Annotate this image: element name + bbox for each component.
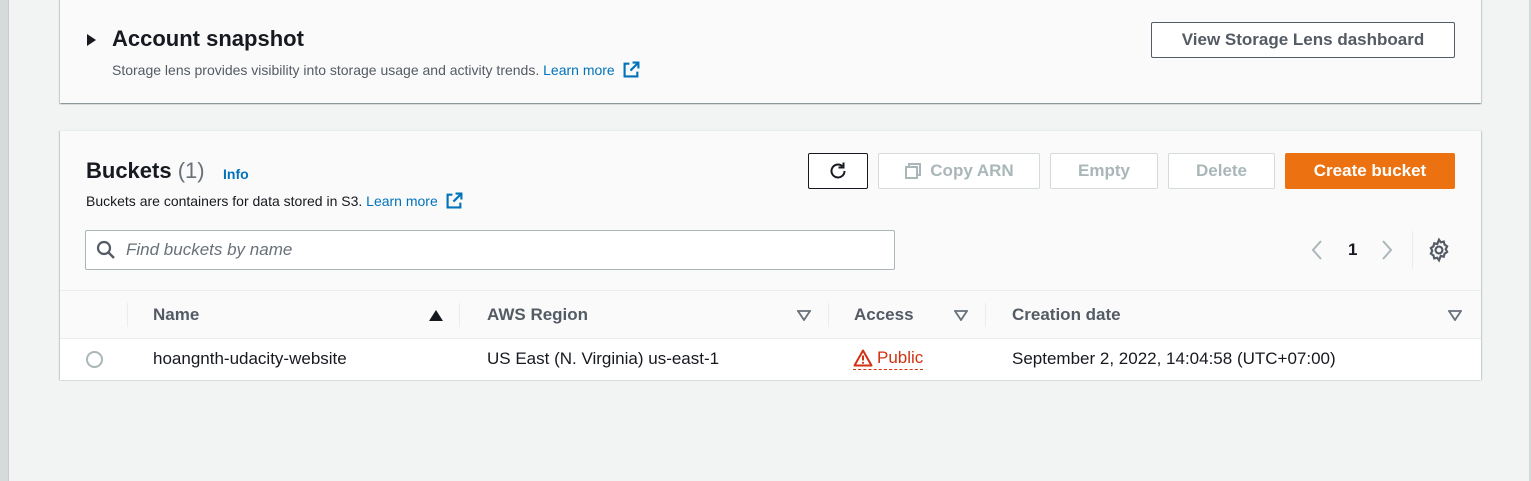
bucket-access-label: Public	[877, 348, 924, 367]
warning-icon	[853, 349, 873, 367]
search-icon	[96, 240, 115, 259]
sort-unsorted-icon[interactable]	[1448, 310, 1462, 321]
bucket-access-status[interactable]: Public	[853, 348, 924, 370]
external-link-icon	[446, 192, 463, 209]
buckets-table: Name AWS Region Access Creation date hoa…	[60, 290, 1481, 380]
sort-ascending-icon[interactable]	[429, 310, 443, 321]
sort-unsorted-icon[interactable]	[797, 310, 811, 321]
bucket-name-link[interactable]: hoangnth-udacity-website	[153, 349, 347, 369]
copy-arn-label: Copy ARN	[930, 161, 1014, 180]
table-header: Name AWS Region Access Creation date	[60, 290, 1481, 339]
buckets-learn-more-label: Learn more	[366, 193, 438, 209]
view-storage-lens-button[interactable]: View Storage Lens dashboard	[1151, 22, 1455, 58]
buckets-panel: Buckets (1) Info Buckets are containers …	[60, 130, 1481, 380]
buckets-info-link[interactable]: Info	[223, 166, 249, 182]
expand-caret-icon[interactable]	[87, 34, 96, 46]
gear-icon[interactable]	[1426, 237, 1452, 263]
buckets-learn-more-link[interactable]: Learn more	[366, 192, 463, 209]
copy-icon	[905, 163, 922, 179]
column-header-region[interactable]: AWS Region	[487, 305, 588, 325]
search-box	[85, 230, 895, 270]
table-row: hoangnth-udacity-website US East (N. Vir…	[60, 339, 1481, 380]
bucket-creation-date: September 2, 2022, 14:04:58 (UTC+07:00)	[1012, 349, 1336, 368]
empty-button[interactable]: Empty	[1050, 153, 1158, 189]
search-input[interactable]	[126, 240, 886, 260]
column-divider	[985, 303, 986, 327]
create-bucket-button[interactable]: Create bucket	[1285, 153, 1455, 189]
pagination-prev-icon[interactable]	[1310, 239, 1324, 261]
column-header-name[interactable]: Name	[153, 305, 199, 325]
snapshot-learn-more-label: Learn more	[543, 62, 615, 78]
pagination-next-icon[interactable]	[1380, 239, 1394, 261]
snapshot-description-text: Storage lens provides visibility into st…	[112, 62, 540, 78]
copy-arn-button[interactable]: Copy ARN	[878, 153, 1040, 189]
buckets-description: Buckets are containers for data stored i…	[86, 192, 463, 209]
snapshot-description: Storage lens provides visibility into st…	[112, 61, 640, 78]
refresh-icon	[830, 162, 846, 179]
delete-button[interactable]: Delete	[1168, 153, 1275, 189]
pagination-current-page[interactable]: 1	[1348, 240, 1357, 260]
account-snapshot-panel: Account snapshot Storage lens provides v…	[60, 0, 1481, 103]
buckets-title: Buckets	[86, 158, 172, 183]
column-divider	[459, 303, 460, 327]
buckets-description-text: Buckets are containers for data stored i…	[86, 193, 363, 209]
column-divider	[828, 303, 829, 327]
buckets-count: (1)	[177, 158, 205, 183]
column-divider	[127, 303, 128, 327]
external-link-icon	[623, 61, 640, 78]
sort-unsorted-icon[interactable]	[954, 310, 968, 321]
column-header-access[interactable]: Access	[854, 305, 914, 325]
refresh-button[interactable]	[808, 153, 868, 189]
bucket-region: US East (N. Virginia) us-east-1	[487, 349, 720, 368]
column-header-creation-date[interactable]: Creation date	[1012, 305, 1121, 325]
snapshot-learn-more-link[interactable]: Learn more	[543, 61, 640, 78]
buckets-heading: Buckets (1)	[86, 158, 205, 184]
left-rail	[0, 0, 9, 481]
row-select-radio[interactable]	[86, 351, 103, 368]
pagination-divider	[1412, 231, 1413, 269]
snapshot-title: Account snapshot	[112, 26, 304, 51]
